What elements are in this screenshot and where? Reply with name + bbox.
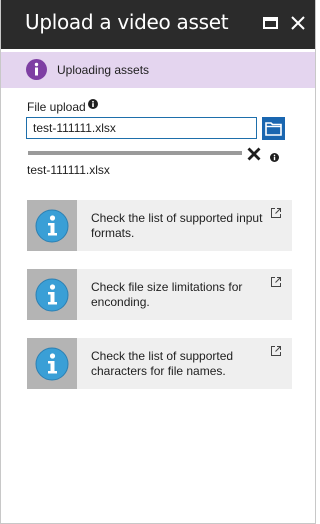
info-icon-box <box>27 200 77 251</box>
file-upload-input[interactable] <box>26 117 257 139</box>
uploaded-file-name: test-111111.xlsx <box>27 163 110 177</box>
info-icon <box>35 347 69 381</box>
maximize-icon <box>263 17 278 29</box>
card-text: Check the list of supported characters f… <box>91 349 234 378</box>
info-icon-box <box>27 269 77 320</box>
close-button[interactable] <box>287 12 309 34</box>
info-icon <box>35 209 69 243</box>
info-icon <box>26 59 47 80</box>
external-link-icon[interactable] <box>270 345 282 357</box>
file-upload-label: File upload <box>27 100 86 114</box>
info-icon-box <box>27 338 77 389</box>
maximize-button[interactable] <box>260 12 282 34</box>
upload-blade: Upload a video asset Uploading assets Fi… <box>0 0 316 524</box>
upload-progress-fill <box>28 151 242 155</box>
external-link-icon[interactable] <box>270 207 282 219</box>
close-icon <box>291 16 305 30</box>
info-icon[interactable] <box>270 153 279 162</box>
card-text: Check the list of supported input format… <box>91 211 263 240</box>
blade-header: Upload a video asset <box>1 0 315 49</box>
upload-progress-bar <box>28 151 242 155</box>
external-link-icon[interactable] <box>270 276 282 288</box>
info-icon <box>35 278 69 312</box>
folder-icon <box>265 122 282 136</box>
cancel-upload-icon[interactable] <box>247 147 261 161</box>
upload-notification: Uploading assets <box>1 52 315 88</box>
blade-title: Upload a video asset <box>25 10 229 34</box>
info-icon[interactable] <box>88 99 98 109</box>
file-upload-label-row: File upload <box>27 98 98 114</box>
info-card-file-size[interactable]: Check file size limitations for encondin… <box>27 269 292 320</box>
notification-text: Uploading assets <box>57 63 150 77</box>
browse-button[interactable] <box>262 117 285 140</box>
info-card-input-formats[interactable]: Check the list of supported input format… <box>27 200 292 251</box>
info-card-file-name-characters[interactable]: Check the list of supported characters f… <box>27 338 292 389</box>
card-text: Check file size limitations for encondin… <box>91 280 243 309</box>
